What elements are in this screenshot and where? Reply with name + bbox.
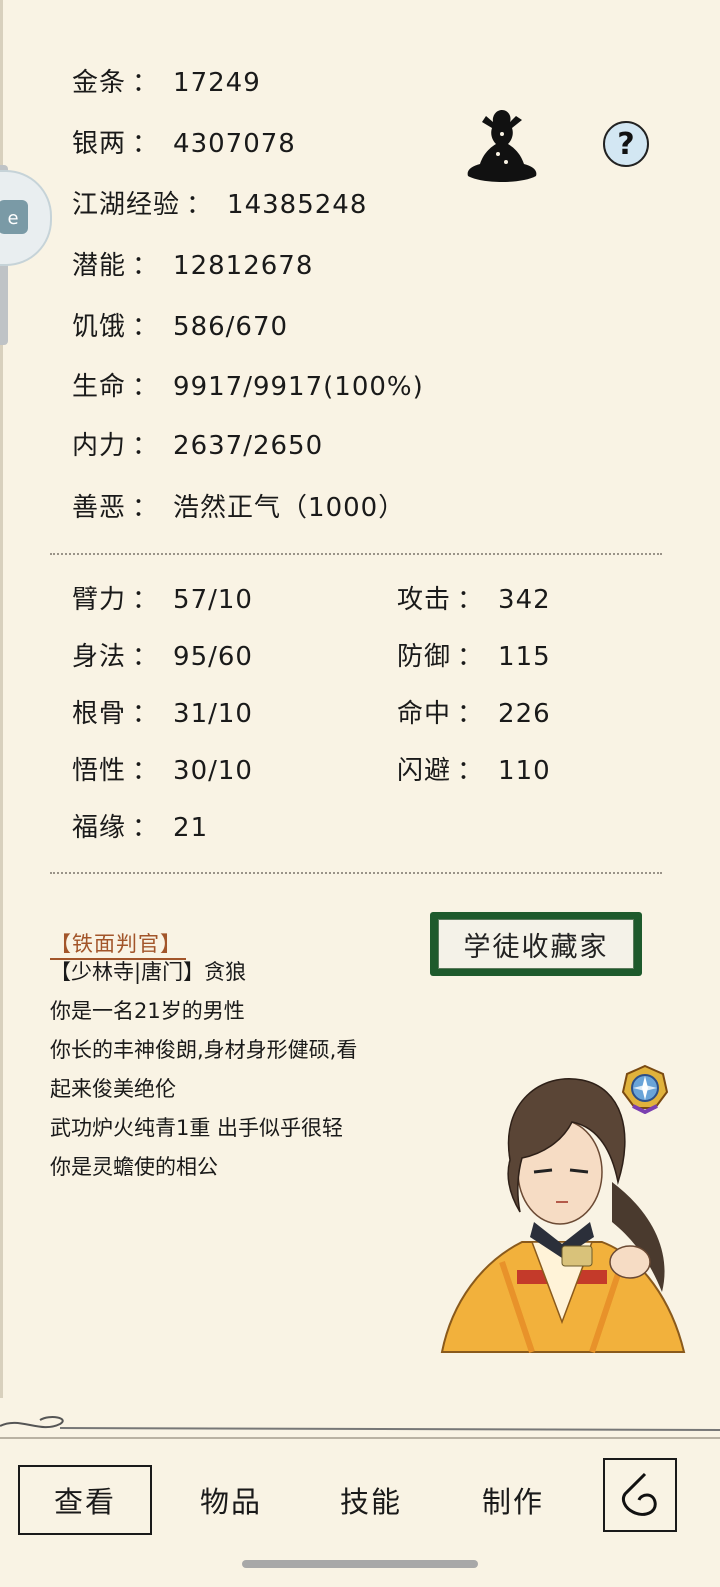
attr-strength: 臂力： 57/10 [72,585,253,615]
attr-accuracy: 命中： 226 [397,699,551,729]
plaque-text: 学徒收藏家 [438,919,634,969]
meditation-silhouette-icon[interactable] [462,104,542,186]
attr-fortune: 福缘： 21 [72,813,209,843]
assistant-logo-icon: e [0,200,28,234]
stat-gold: 金条： 17249 [72,68,261,98]
attr-constitution: 根骨： 31/10 [72,699,253,729]
bio-line: 你是灵蟾使的相公 [50,1155,218,1179]
bio-line: 起来俊美绝伦 [50,1077,176,1101]
back-button[interactable] [603,1458,677,1532]
nav-craft-button[interactable]: 制作 [458,1465,568,1535]
bio-line: 你是一名21岁的男性 [50,999,245,1023]
bio-line: 【少林寺|唐门】贪狼 [50,960,247,984]
nav-items-button[interactable]: 物品 [176,1465,286,1535]
stat-hunger: 饥饿： 586/670 [72,312,289,342]
collector-plaque[interactable]: 学徒收藏家 [430,912,642,976]
svg-text:e: e [7,208,18,229]
stat-morality: 善恶：浩然正气（1000） [72,493,406,523]
attr-defense: 防御： 115 [397,642,551,672]
attr-attack: 攻击： 342 [397,585,551,615]
stat-experience: 江湖经验： 14385248 [72,190,368,220]
bio-line: 你长的丰神俊朗,身材身形健硕,看 [50,1038,358,1062]
nav-skills-button[interactable]: 技能 [316,1465,426,1535]
attr-comprehension: 悟性： 30/10 [72,756,253,786]
home-indicator[interactable] [242,1560,478,1568]
section-divider [50,872,662,874]
nav-view-button[interactable]: 查看 [18,1465,152,1535]
character-avatar[interactable] [422,1062,698,1356]
attr-agility: 身法： 95/60 [72,642,253,672]
bio-line: 武功炉火纯青1重 出手似乎很轻 [50,1116,344,1140]
stat-health: 生命： 9917/9917(100%) [72,372,424,402]
back-icon [621,1472,657,1516]
stat-silver: 银两： 4307078 [72,129,296,159]
help-icon[interactable]: ? [603,121,649,167]
scroll-decoration [0,1398,720,1438]
wave-decoration [0,1416,720,1431]
section-divider [50,553,662,555]
stat-potential: 潜能： 12812678 [72,251,314,281]
stat-inner-power: 内力： 2637/2650 [72,431,324,461]
attr-dodge: 闪避： 110 [397,756,551,786]
